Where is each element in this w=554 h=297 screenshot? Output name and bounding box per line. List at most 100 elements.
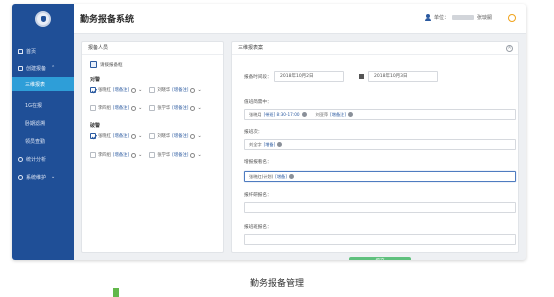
tag-name: 张晓月 — [249, 111, 262, 117]
tag-name: 张晓红(计划) — [249, 173, 274, 179]
user-info[interactable]: 单位： 张琰嗣 — [424, 14, 492, 21]
person-name: 张学华 — [157, 106, 171, 111]
empty-people-field[interactable] — [244, 234, 516, 245]
clock-icon[interactable] — [190, 152, 196, 158]
clock-icon[interactable] — [131, 152, 137, 158]
submit-button[interactable]: 提交 — [349, 257, 411, 260]
person-checkbox[interactable] — [90, 152, 96, 158]
person-checkbox[interactable] — [90, 133, 96, 139]
sidebar-item-home[interactable]: 首页 — [12, 44, 74, 58]
sidebar-item-3d-report[interactable]: 三维报表 — [12, 77, 74, 91]
empty-people-field[interactable] — [244, 202, 516, 213]
sidebar-item-trace[interactable]: 卧期滤溯 — [12, 116, 74, 130]
person-remark-link[interactable]: [增备注] — [113, 105, 129, 111]
person-remark-link[interactable]: [增备注] — [113, 87, 129, 93]
person-option[interactable]: 李四组 [增备注] ⌄ — [90, 105, 142, 111]
panel-title: 三维报表案 — [232, 42, 518, 55]
person-remark-link[interactable]: [增备注] — [172, 133, 188, 139]
sidebar-item-system[interactable]: 系统维护 ⌄ — [12, 170, 74, 184]
chevron-down-icon[interactable]: ⌄ — [138, 152, 142, 158]
date-range-label: 报备时间段： — [244, 75, 272, 80]
field-label: 增报报看名： — [244, 160, 272, 165]
person-remark-link[interactable]: [增备注] — [113, 152, 129, 158]
sidebar-item-inspection[interactable]: 领员查勤 — [12, 134, 74, 148]
remove-tag-icon[interactable] — [301, 112, 307, 117]
chevron-down-icon[interactable]: ⌄ — [197, 87, 201, 93]
duty-people-field[interactable]: 张晓月 [带班] 8:30-17:00 刘亚萍 [增备注] — [244, 109, 516, 120]
chevron-up-icon: ⌃ — [51, 65, 56, 71]
figure-caption: 勤务报备管理 — [249, 279, 304, 289]
sidebar-item-label: 三维报表 — [25, 81, 46, 88]
decorative-mark — [113, 288, 119, 297]
sidebar-item-create-report[interactable]: 创建报备 ⌃ — [12, 61, 74, 75]
chevron-down-icon[interactable]: ⌄ — [138, 87, 142, 93]
person-row: 张晓红 [增备注] ⌄ 刘晓华 [增备注] ⌄ — [90, 131, 220, 141]
group-label: 对警 — [90, 77, 101, 83]
sidebar-item-online[interactable]: 1G在报 — [12, 98, 74, 112]
person-option[interactable]: 张学华 [增备注] ⌄ — [149, 152, 202, 158]
clock-icon[interactable] — [131, 105, 137, 111]
remove-tag-icon[interactable] — [288, 174, 294, 179]
person-option[interactable]: 李四组 [增备注] ⌄ — [90, 152, 142, 158]
close-icon[interactable] — [506, 44, 513, 52]
select-all-control[interactable]: 请拨报备框 — [90, 61, 123, 68]
chevron-down-icon[interactable]: ⌄ — [197, 133, 201, 139]
person-checkbox[interactable] — [149, 133, 156, 139]
calendar-icon — [359, 74, 364, 79]
theme-toggle-icon[interactable] — [508, 14, 516, 22]
clock-icon[interactable] — [131, 87, 137, 93]
shift-people-field[interactable]: 刘全字 [增备] — [244, 139, 516, 150]
panel-title: 报备人员 — [82, 42, 223, 55]
person-option[interactable]: 张学华 [增备注] ⌄ — [149, 105, 202, 111]
tag-name: 刘全字 — [249, 141, 262, 147]
person-name: 李四组 — [98, 106, 111, 111]
group-label: 破警 — [90, 123, 101, 129]
remove-tag-icon[interactable] — [347, 112, 353, 117]
sidebar-item-statistics[interactable]: 统计分析 — [12, 152, 74, 166]
sidebar-item-label: 1G在报 — [25, 102, 43, 109]
chevron-down-icon[interactable]: ⌄ — [197, 152, 201, 158]
user-icon — [424, 14, 431, 21]
clock-icon[interactable] — [131, 133, 137, 139]
app-screenshot: 勤务报备系统 单位： 张琰嗣 首页 创建报备 ⌃ 三维报表 1G在报 卧期滤溯 — [12, 4, 526, 260]
person-remark-link[interactable]: [增备注] — [172, 87, 188, 93]
person-row: 李四组 [增备注] ⌄ 张学华 [增备注] ⌄ — [90, 150, 220, 160]
field-label: 报班班报名： — [244, 225, 272, 230]
person-option[interactable]: 张晓红 [增备注] ⌄ — [90, 133, 142, 139]
person-row: 张晓红 [增备注] ⌄ 刘晓华 [增备注] ⌄ — [90, 85, 220, 95]
date-to-input[interactable]: 2018年10月3日 — [368, 71, 438, 82]
reporter-people-field[interactable]: 张晓红(计划) [增备] — [244, 171, 516, 182]
date-from-input[interactable]: 2018年10月2日 — [274, 71, 344, 82]
clock-icon[interactable] — [190, 105, 196, 111]
person-option[interactable]: 刘晓华 [增备注] ⌄ — [149, 133, 202, 139]
person-checkbox[interactable] — [149, 152, 156, 158]
person-tag: 刘亚萍 [增备注] — [316, 112, 353, 118]
remove-tag-icon[interactable] — [277, 142, 283, 147]
person-checkbox[interactable] — [149, 87, 156, 93]
chevron-down-icon[interactable]: ⌄ — [138, 105, 142, 111]
tag-detail: [带班] 8:30-17:00 — [263, 111, 300, 117]
select-all-label: 请拨报备框 — [100, 62, 123, 68]
field-label: 值班简需中： — [244, 100, 272, 105]
person-name: 张晓红 — [98, 134, 111, 139]
chevron-down-icon: ⌄ — [51, 174, 56, 180]
person-checkbox[interactable] — [90, 87, 96, 93]
person-option[interactable]: 刘晓华 [增备注] ⌄ — [149, 87, 202, 93]
person-remark-link[interactable]: [增备注] — [113, 133, 129, 139]
person-name: 张晓红 — [98, 88, 111, 93]
list-icon — [18, 65, 23, 71]
clock-icon[interactable] — [190, 133, 196, 139]
person-checkbox[interactable] — [149, 105, 156, 111]
chevron-down-icon[interactable]: ⌄ — [197, 105, 201, 111]
sidebar-item-label: 卧期滤溯 — [25, 120, 46, 127]
person-remark-link[interactable]: [增备注] — [172, 152, 188, 158]
person-checkbox[interactable] — [90, 105, 96, 111]
chevron-down-icon[interactable]: ⌄ — [138, 133, 142, 139]
clock-icon[interactable] — [190, 87, 196, 93]
chart-icon — [18, 156, 23, 162]
person-remark-link[interactable]: [增备注] — [172, 105, 188, 111]
person-option[interactable]: 张晓红 [增备注] ⌄ — [90, 87, 142, 93]
person-name: 张学华 — [157, 153, 171, 158]
person-tag: 张晓月 [带班] 8:30-17:00 — [249, 112, 307, 118]
redacted-unit-name — [451, 15, 474, 20]
